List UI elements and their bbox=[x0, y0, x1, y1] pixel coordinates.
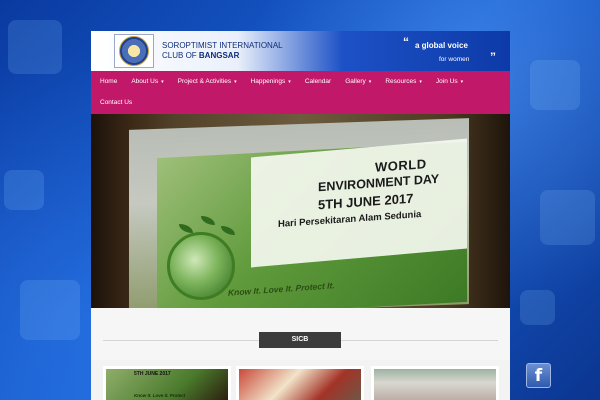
background-tile bbox=[530, 60, 580, 110]
nav-label: Contact Us bbox=[100, 99, 133, 106]
background-tile bbox=[540, 190, 595, 245]
nav-item-home[interactable]: Home bbox=[93, 71, 124, 92]
nav-label: About Us bbox=[131, 78, 159, 85]
open-quote-icon: “ bbox=[403, 35, 409, 49]
section-label: SICB bbox=[259, 332, 341, 348]
close-quote-icon: ” bbox=[490, 50, 496, 64]
tagline-line1: a global voice bbox=[415, 41, 468, 50]
nav-label: Calendar bbox=[304, 78, 332, 85]
tagline-line2: for women bbox=[439, 56, 470, 63]
nav-label: Happenings bbox=[250, 78, 286, 85]
page-container: SOROPTIMIST INTERNATIONAL CLUB OF BANGSA… bbox=[91, 31, 510, 400]
thumbnail-text: 5TH JUNE 2017 bbox=[134, 371, 171, 377]
background-tile bbox=[20, 280, 80, 340]
chevron-down-icon: ▾ bbox=[368, 79, 372, 85]
site-header: SOROPTIMIST INTERNATIONAL CLUB OF BANGSA… bbox=[91, 31, 510, 71]
nav-item-join-us[interactable]: Join Us ▾ bbox=[429, 71, 470, 92]
nav-item-gallery[interactable]: Gallery ▾ bbox=[338, 71, 378, 92]
chevron-down-icon: ▾ bbox=[419, 79, 422, 85]
nav-item-resources[interactable]: Resources ▾ bbox=[378, 71, 429, 92]
thumbnail-group-photo[interactable] bbox=[371, 366, 499, 400]
nav-item-about-us[interactable]: About Us ▾ bbox=[124, 71, 170, 92]
nav-item-project-activities[interactable]: Project & Activities ▾ bbox=[171, 71, 244, 92]
background-tile bbox=[4, 170, 44, 210]
background-tile bbox=[8, 20, 62, 74]
nav-item-calendar[interactable]: Calendar bbox=[298, 71, 338, 92]
nav-label: Gallery bbox=[345, 78, 366, 85]
nav-label: Resources bbox=[385, 78, 417, 85]
org-name-bold: BANGSAR bbox=[198, 51, 240, 60]
chevron-down-icon: ▾ bbox=[288, 79, 291, 85]
chevron-down-icon: ▾ bbox=[234, 79, 237, 85]
thumbnail-row: 5TH JUNE 2017 Know It. Love It. Protect bbox=[91, 365, 510, 400]
chevron-down-icon: ▾ bbox=[161, 79, 164, 85]
nav-label: Home bbox=[100, 78, 118, 85]
thumbnail-text: Know It. Love It. Protect bbox=[134, 393, 186, 398]
org-name-prefix: CLUB OF bbox=[162, 51, 199, 60]
facebook-icon[interactable]: f bbox=[526, 363, 551, 388]
nav-item-contact-us[interactable]: Contact Us bbox=[93, 92, 139, 113]
thumbnail-environment-day[interactable]: 5TH JUNE 2017 Know It. Love It. Protect bbox=[103, 366, 231, 400]
thumbnail-event-photo[interactable] bbox=[236, 366, 364, 400]
nav-item-happenings[interactable]: Happenings ▾ bbox=[244, 71, 298, 92]
logo[interactable] bbox=[114, 34, 154, 68]
nav-label: Join Us bbox=[435, 78, 458, 85]
background-tile bbox=[520, 290, 555, 325]
globe-icon bbox=[167, 232, 235, 300]
org-name-line1: SOROPTIMIST INTERNATIONAL bbox=[162, 41, 283, 50]
soroptimist-seal-icon bbox=[119, 36, 149, 66]
main-nav: Home About Us ▾ Project & Activities ▾ Hap… bbox=[91, 71, 510, 114]
hero-slider[interactable]: WORLD ENVIRONMENT DAY 5TH JUNE 2017 Hari… bbox=[91, 114, 510, 308]
org-name[interactable]: SOROPTIMIST INTERNATIONAL CLUB OF BANGSA… bbox=[162, 41, 283, 61]
nav-label: Project & Activities bbox=[177, 78, 232, 85]
section-band: SICB bbox=[91, 308, 510, 360]
tagline: “ a global voice for women ” bbox=[401, 35, 496, 67]
chevron-down-icon: ▾ bbox=[460, 79, 464, 85]
org-name-line2: CLUB OF BANGSAR bbox=[162, 51, 283, 61]
